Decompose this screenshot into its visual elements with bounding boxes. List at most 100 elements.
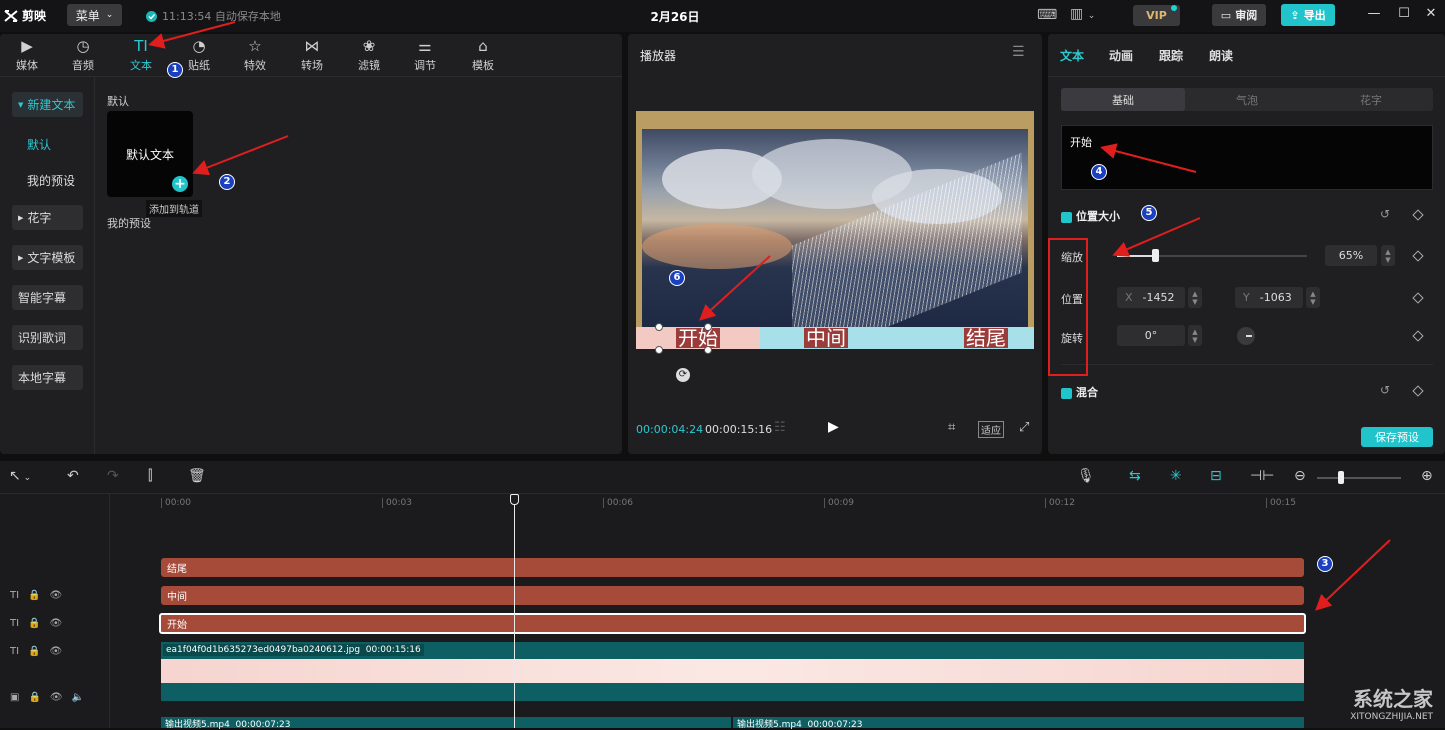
checkbox-icon[interactable] xyxy=(1061,388,1072,399)
tab-adjust[interactable]: ⚌调节 xyxy=(402,36,448,74)
menu-icon[interactable]: ☰ xyxy=(1012,44,1025,60)
resize-handle[interactable] xyxy=(655,346,663,354)
tab-read-aloud[interactable]: 朗读 xyxy=(1209,47,1233,64)
preview-axis-icon[interactable]: ⊣⊢ xyxy=(1250,468,1274,484)
checkbox-icon[interactable] xyxy=(1061,212,1072,223)
frame-grid-icon[interactable]: ☷ xyxy=(774,420,786,435)
zoom-slider[interactable] xyxy=(1317,477,1401,479)
play-icon[interactable]: ▶ xyxy=(828,419,839,435)
keyframe-diamond-icon[interactable] xyxy=(1412,250,1423,261)
keyframe-diamond-icon[interactable] xyxy=(1412,209,1423,220)
position-size-section[interactable]: 位置大小 xyxy=(1061,208,1120,224)
audio-clip[interactable]: 输出视频5.mp4 00:00:07:23 xyxy=(161,717,731,728)
reset-icon[interactable]: ↺ xyxy=(1380,207,1390,221)
text-strip-start[interactable]: 开始 xyxy=(636,327,760,349)
maximize-icon[interactable]: ☐ xyxy=(1396,6,1412,21)
lock-icon[interactable]: 🔒 xyxy=(28,646,40,657)
screenshot-icon[interactable]: ⌗ xyxy=(948,420,955,435)
volume-icon[interactable]: 🔈 xyxy=(72,692,84,703)
tab-audio[interactable]: ◷音频 xyxy=(60,36,106,74)
resize-handle[interactable] xyxy=(704,346,712,354)
sidebar-item-default[interactable]: 默认 xyxy=(27,136,51,153)
redo-icon[interactable]: ↷ xyxy=(107,468,119,484)
keyframe-diamond-icon[interactable] xyxy=(1412,292,1423,303)
sidebar-item-new-text[interactable]: ▼新建文本 xyxy=(12,92,83,117)
fullscreen-icon[interactable]: ⤢ xyxy=(1019,420,1029,435)
linkage-icon[interactable]: ⊟ xyxy=(1210,468,1222,484)
add-to-track-button[interactable]: + xyxy=(172,176,188,192)
lock-icon[interactable]: 🔒 xyxy=(28,692,40,703)
text-strip-middle[interactable]: 中间 xyxy=(760,327,892,349)
layout-icon[interactable]: ▥ ⌄ xyxy=(1070,6,1095,22)
sidebar-item-my-presets[interactable]: 我的预设 xyxy=(27,172,75,189)
video-preview[interactable]: 开始 中间 结尾 xyxy=(636,111,1034,349)
sidebar-item-local-subtitle[interactable]: 本地字幕 xyxy=(12,365,83,390)
snap-icon[interactable]: ✳ xyxy=(1170,468,1182,484)
playhead[interactable] xyxy=(514,494,515,728)
menu-button[interactable]: 菜单⌄ xyxy=(67,4,122,26)
video-clip[interactable]: ea1f04f0d1b635273ed0497ba0240612.jpg 00:… xyxy=(161,642,1304,701)
tab-transition[interactable]: ⋈转场 xyxy=(289,36,335,74)
position-y-field[interactable]: Y-1063 xyxy=(1235,287,1303,308)
sidebar-item-lyrics[interactable]: 识别歌词 xyxy=(12,325,83,350)
keyframe-diamond-icon[interactable] xyxy=(1412,330,1423,341)
link-main-track-icon[interactable]: ⇆ xyxy=(1129,468,1141,484)
zoom-slider-knob[interactable] xyxy=(1338,471,1344,484)
keyframe-diamond-icon[interactable] xyxy=(1412,385,1423,396)
blend-section[interactable]: 混合 xyxy=(1061,384,1098,400)
text-clip-middle[interactable]: 中间 xyxy=(161,586,1304,605)
eye-icon[interactable]: 👁 xyxy=(50,692,63,703)
sidebar-item-text-template[interactable]: ▶文字模板 xyxy=(12,245,83,270)
lock-icon[interactable]: 🔒 xyxy=(28,590,40,601)
scale-slider-knob[interactable] xyxy=(1152,249,1159,262)
text-strip-end[interactable]: 结尾 xyxy=(892,327,1034,349)
undo-icon[interactable]: ↶ xyxy=(67,468,79,484)
microphone-icon[interactable]: 🎙 xyxy=(1077,468,1095,484)
rotate-dial-icon[interactable] xyxy=(1237,327,1255,345)
tab-template[interactable]: ⌂模板 xyxy=(460,36,506,74)
save-preset-button[interactable]: 保存预设 xyxy=(1361,427,1433,447)
text-content-input[interactable]: 开始 xyxy=(1061,125,1433,190)
playhead-handle[interactable] xyxy=(510,494,519,505)
tab-media[interactable]: ▶媒体 xyxy=(4,36,50,74)
tab-animation[interactable]: 动画 xyxy=(1109,47,1133,64)
subtab-bubble[interactable]: 气泡 xyxy=(1185,88,1309,111)
x-stepper[interactable]: ▲▼ xyxy=(1188,287,1202,308)
reset-icon[interactable]: ↺ xyxy=(1380,383,1390,397)
tab-text-props[interactable]: 文本 xyxy=(1060,47,1084,64)
split-icon[interactable]: ⫿ xyxy=(148,468,152,484)
eye-icon[interactable]: 👁 xyxy=(50,646,63,657)
resize-handle[interactable] xyxy=(655,323,663,331)
minimize-icon[interactable]: — xyxy=(1366,6,1382,21)
sidebar-item-huazi[interactable]: ▶花字 xyxy=(12,205,83,230)
resize-handle[interactable] xyxy=(704,323,712,331)
rotate-stepper[interactable]: ▲▼ xyxy=(1188,325,1202,346)
close-icon[interactable]: ✕ xyxy=(1423,6,1439,21)
review-button[interactable]: ▭审阅 xyxy=(1212,4,1266,26)
tab-effects[interactable]: ☆特效 xyxy=(232,36,278,74)
y-stepper[interactable]: ▲▼ xyxy=(1306,287,1320,308)
tab-filter[interactable]: ❀滤镜 xyxy=(346,36,392,74)
position-x-field[interactable]: X-1452 xyxy=(1117,287,1185,308)
sidebar-item-smart-subtitle[interactable]: 智能字幕 xyxy=(12,285,83,310)
zoom-out-icon[interactable]: ⊖ xyxy=(1294,468,1306,484)
lock-icon[interactable]: 🔒 xyxy=(28,618,40,629)
zoom-in-icon[interactable]: ⊕ xyxy=(1421,468,1433,484)
eye-icon[interactable]: 👁 xyxy=(50,618,63,629)
eye-icon[interactable]: 👁 xyxy=(50,590,63,601)
audio-clip[interactable]: 输出视频5.mp4 00:00:07:23 xyxy=(733,717,1304,728)
select-tool-icon[interactable]: ↖ ⌄ xyxy=(9,468,31,484)
rotate-value-field[interactable]: 0° xyxy=(1117,325,1185,346)
subtab-huazi[interactable]: 花字 xyxy=(1309,88,1433,111)
export-button[interactable]: ⇪导出 xyxy=(1281,4,1335,26)
tab-text[interactable]: TI文本 xyxy=(118,36,164,74)
tab-tracking[interactable]: 跟踪 xyxy=(1159,47,1183,64)
scale-stepper[interactable]: ▲▼ xyxy=(1381,245,1395,266)
fit-button[interactable]: 适应 xyxy=(978,421,1004,438)
scale-value-field[interactable]: 65% xyxy=(1325,245,1377,266)
text-clip-start[interactable]: 开始 xyxy=(159,613,1306,634)
keyboard-icon[interactable]: ⌨ xyxy=(1037,7,1057,23)
subtab-basic[interactable]: 基础 xyxy=(1061,88,1185,111)
delete-icon[interactable]: 🗑 xyxy=(188,468,206,484)
text-clip-end[interactable]: 结尾 xyxy=(161,558,1304,577)
